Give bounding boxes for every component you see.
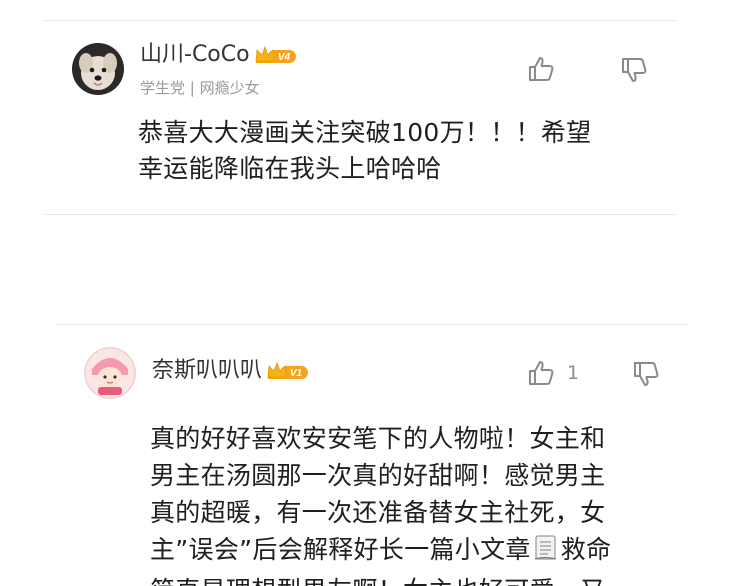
username[interactable]: 山川-CoCo — [140, 40, 250, 70]
crown-icon: V4 — [255, 45, 296, 63]
top-divider — [44, 20, 677, 21]
avatar[interactable] — [84, 347, 136, 399]
comment-line-text: 主”误会”后会解释好长一篇小文章 — [150, 535, 531, 564]
avatar[interactable] — [72, 43, 124, 95]
thumbs-down-icon — [634, 362, 659, 386]
dog-avatar-icon — [72, 43, 124, 95]
comment-divider — [56, 324, 688, 325]
comment-line: 幸运能降临在我头上哈哈哈 — [138, 154, 442, 183]
thumbs-up-icon — [529, 57, 554, 81]
thumbs-up-icon — [529, 361, 554, 385]
like-button[interactable] — [527, 55, 567, 83]
comment-divider — [44, 214, 677, 215]
comment-feed: 山川-CoCo V4 学生党 | 网瘾少女 恭喜大大漫画关注突破100万！！！希… — [0, 0, 750, 586]
comment-line: 简直是理想型男友啊！女主也好可爱，又 — [150, 572, 710, 586]
cartoon-girl-avatar-icon — [84, 347, 136, 399]
vip-badge: V4 — [254, 44, 296, 66]
comment-line: 主”误会”后会解释好长一篇小文章 救命 — [150, 531, 710, 572]
user-subtitle: 学生党 | 网瘾少女 — [140, 79, 260, 97]
vip-badge: V1 — [266, 360, 309, 382]
comment-line: 真的好好喜欢安安笔下的人物啦！女主和 — [150, 424, 606, 453]
scroll-document-icon — [533, 534, 559, 572]
comment-text: 恭喜大大漫画关注突破100万！！！希望 幸运能降临在我头上哈哈哈 — [138, 115, 698, 187]
level-label: V1 — [290, 368, 303, 379]
dislike-button[interactable] — [620, 56, 648, 84]
comment-line-text: 救命 — [560, 535, 612, 564]
like-count: 1 — [567, 362, 580, 384]
comment-line: 男主在汤圆那一次真的好甜啊！感觉男主 — [150, 461, 606, 490]
level-label: V4 — [277, 52, 290, 63]
username[interactable]: 奈斯叭叭叭 — [152, 356, 262, 386]
dislike-button[interactable] — [632, 360, 660, 388]
comment-line: 真的超暖，有一次还准备替女主社死，女 — [150, 498, 606, 527]
crown-icon: V1 — [267, 361, 309, 379]
comment-line: 恭喜大大漫画关注突破100万！！！希望 — [138, 118, 592, 147]
thumbs-down-icon — [622, 58, 647, 82]
comment-text: 真的好好喜欢安安笔下的人物啦！女主和 男主在汤圆那一次真的好甜啊！感觉男主 真的… — [150, 420, 710, 586]
like-button[interactable]: 1 — [527, 359, 579, 387]
